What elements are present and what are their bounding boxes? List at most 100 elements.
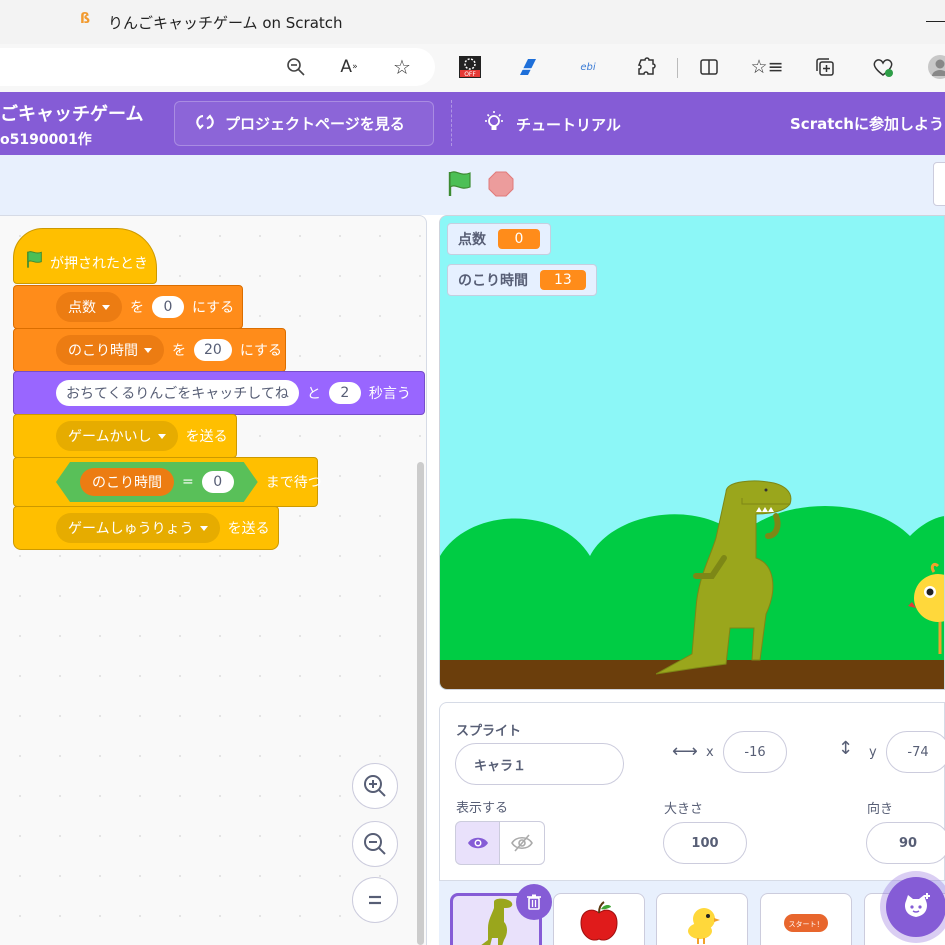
variable-reporter[interactable]: のこり時間: [80, 468, 174, 496]
size-label: 大きさ: [664, 802, 704, 817]
sprite-label: スプライト: [456, 724, 522, 739]
tab-title[interactable]: りんごキャッチゲーム on Scratch: [108, 12, 343, 33]
x-input[interactable]: -16: [723, 731, 787, 773]
chevron-down-icon: [144, 347, 152, 353]
sprite-name-input[interactable]: キャラ１: [455, 743, 624, 785]
apple-sprite-icon: [580, 901, 618, 941]
dinosaur-sprite-icon: [481, 898, 513, 945]
when-flag-clicked-block[interactable]: が押されたとき: [13, 228, 157, 284]
delete-sprite-button[interactable]: [516, 884, 552, 920]
block-text: を: [172, 343, 186, 359]
stage-size-toggle[interactable]: [933, 162, 945, 206]
green-flag-icon[interactable]: [444, 168, 474, 198]
value-input[interactable]: 20: [194, 339, 232, 361]
x-label: x: [706, 745, 714, 760]
eye-slash-icon: [511, 834, 533, 852]
zoom-reset-button[interactable]: [352, 877, 398, 923]
start-button-sprite-icon: スタート！: [784, 914, 828, 932]
choose-sprite-button[interactable]: [886, 877, 945, 937]
monitor-label: のこり時間: [458, 273, 528, 289]
show-sprite-button[interactable]: [455, 821, 500, 865]
join-scratch-button[interactable]: Scratchに参加しよう: [790, 113, 944, 134]
y-input[interactable]: -74: [886, 731, 945, 773]
tutorials-button[interactable]: チュートリアル: [482, 110, 621, 138]
collections-icon[interactable]: [812, 54, 838, 80]
block-text: にする: [239, 343, 282, 359]
toolbar-divider: [677, 58, 678, 78]
set-variable-block[interactable]: 点数 を 0 にする: [13, 285, 243, 329]
extension-pen-icon[interactable]: [515, 54, 541, 80]
svg-text:OFF: OFF: [464, 71, 476, 78]
value-input[interactable]: 0: [202, 471, 234, 493]
read-aloud-icon[interactable]: A»: [336, 54, 362, 80]
message-dropdown[interactable]: ゲームかいし: [56, 421, 178, 451]
equals-operator-block[interactable]: のこり時間 = 0: [56, 462, 258, 502]
trash-icon: [527, 894, 541, 910]
score-monitor[interactable]: 点数 0: [447, 223, 551, 255]
size-input[interactable]: 100: [663, 822, 747, 864]
address-bar[interactable]: [0, 48, 435, 86]
see-project-page-button[interactable]: プロジェクトページを見る: [174, 101, 434, 146]
zoom-out-icon: [364, 833, 386, 855]
extension-ebi-icon[interactable]: ebi: [575, 54, 601, 80]
stop-icon[interactable]: [487, 170, 515, 198]
block-text: にする: [192, 300, 235, 316]
stage[interactable]: 点数 0 のこり時間 13: [439, 215, 945, 690]
sprite-thumb-apple[interactable]: [553, 893, 645, 945]
cat-plus-icon: [905, 893, 930, 917]
tutorials-label: チュートリアル: [516, 115, 621, 134]
time-monitor[interactable]: のこり時間 13: [447, 264, 597, 296]
dropdown-label: 点数: [68, 300, 96, 316]
extension-off-icon[interactable]: OFF: [457, 54, 483, 80]
code-scrollbar[interactable]: [417, 462, 424, 945]
chick-sprite[interactable]: [908, 562, 945, 662]
dinosaur-sprite[interactable]: [656, 478, 816, 678]
set-variable-block[interactable]: のこり時間 を 20 にする: [13, 328, 286, 372]
chevron-down-icon: [199, 525, 208, 531]
project-title[interactable]: ごキャッチゲーム: [0, 100, 143, 126]
direction-label: 向き: [867, 802, 894, 817]
favorites-icon[interactable]: ☆≡: [751, 54, 784, 80]
monitor-value: 0: [498, 229, 540, 249]
split-screen-icon[interactable]: [696, 54, 722, 80]
say-for-secs-block[interactable]: おちてくるりんごをキャッチしてね と 2 秒言う: [13, 371, 425, 415]
browser-health-icon[interactable]: [870, 54, 896, 80]
zoom-out-icon[interactable]: [283, 54, 309, 80]
operator-symbol: =: [182, 474, 194, 490]
scratch-favicon-icon: ß: [80, 11, 91, 27]
menu-divider: [451, 100, 452, 146]
wait-until-block[interactable]: のこり時間 = 0 まで待つ: [13, 457, 322, 507]
chick-sprite-icon: [688, 908, 720, 944]
block-text: 秒言う: [368, 386, 411, 402]
monitor-label: 点数: [458, 232, 486, 248]
equals-icon: [369, 895, 381, 905]
green-flag-icon: [24, 249, 44, 273]
project-author[interactable]: o5190001作: [0, 129, 92, 149]
dropdown-label: ゲームしゅうりょう: [68, 521, 194, 537]
variable-dropdown[interactable]: 点数: [56, 292, 122, 322]
sprite-thumb-start-button[interactable]: スタート！: [760, 893, 852, 945]
remix-arrows-icon: [195, 112, 215, 136]
dropdown-label: ゲームかいし: [68, 429, 152, 445]
favorite-star-icon[interactable]: ☆: [389, 54, 415, 80]
message-input[interactable]: おちてくるりんごをキャッチしてね: [56, 380, 299, 406]
broadcast-block[interactable]: ゲームしゅうりょう を送る: [13, 506, 279, 550]
broadcast-block[interactable]: ゲームかいし を送る: [13, 414, 237, 458]
variable-dropdown[interactable]: のこり時間: [56, 335, 164, 365]
horizontal-arrows-icon: ⟷: [672, 741, 698, 762]
sprite-thumb-chick[interactable]: [656, 893, 748, 945]
zoom-in-button[interactable]: [352, 763, 398, 809]
window-minimize-icon[interactable]: [926, 21, 945, 22]
zoom-out-button[interactable]: [352, 821, 398, 867]
hide-sprite-button[interactable]: [500, 821, 545, 865]
vertical-arrows-icon: ↕: [838, 738, 854, 759]
profile-avatar-icon[interactable]: [927, 54, 945, 80]
secs-input[interactable]: 2: [328, 382, 361, 404]
block-text: まで待つ: [265, 475, 322, 491]
block-text: と: [306, 386, 321, 402]
direction-input[interactable]: 90: [866, 822, 945, 864]
message-dropdown[interactable]: ゲームしゅうりょう: [56, 513, 220, 543]
value-input[interactable]: 0: [152, 296, 184, 318]
extensions-icon[interactable]: [633, 54, 659, 80]
chevron-down-icon: [157, 433, 166, 439]
